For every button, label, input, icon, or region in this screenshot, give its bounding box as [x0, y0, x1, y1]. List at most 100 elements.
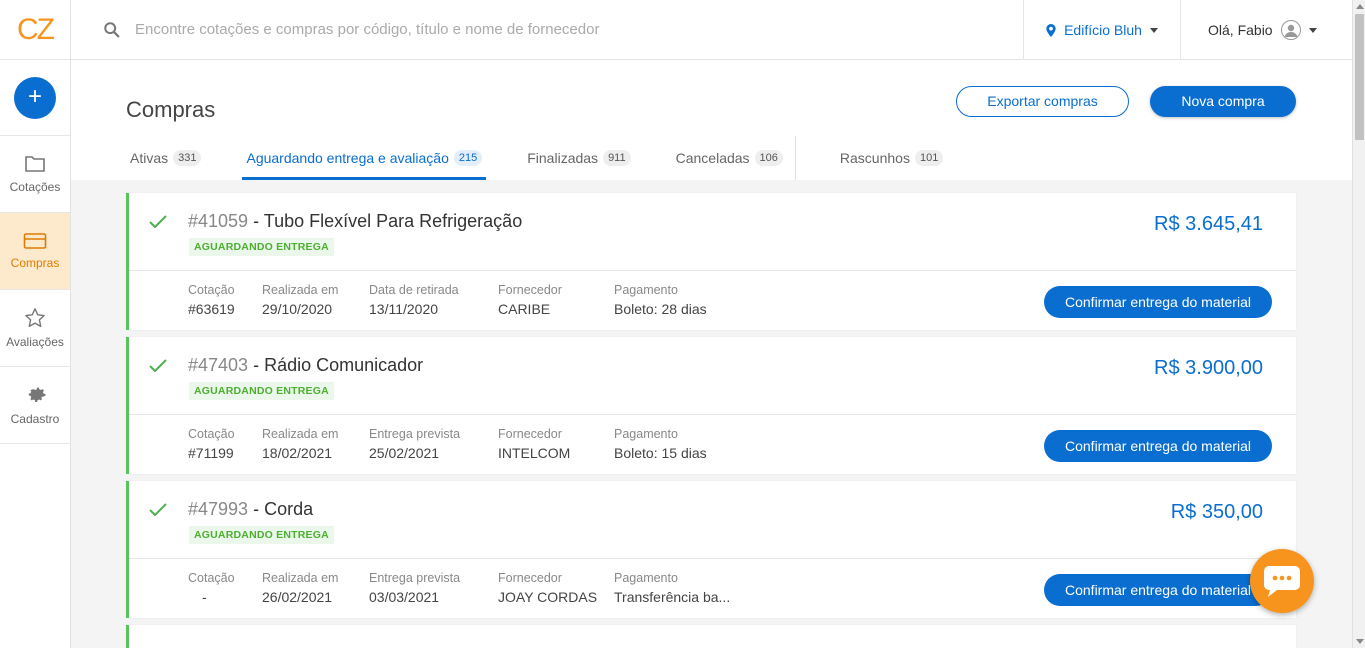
field-fornecedor: Fornecedor JOAY CORDAS	[498, 571, 597, 605]
sidebar-item-cadastro[interactable]: Cadastro	[0, 367, 70, 444]
sidebar-item-compras[interactable]: Compras	[0, 213, 70, 290]
field-pagamento: Pagamento Boleto: 15 dias	[614, 427, 707, 461]
field-value: 29/10/2020	[262, 301, 333, 317]
field-label: Realizada em	[262, 427, 339, 441]
sidebar-item-avaliacoes[interactable]: Avaliações	[0, 290, 70, 367]
export-button[interactable]: Exportar compras	[956, 86, 1129, 117]
search-input[interactable]	[135, 21, 955, 38]
purchase-code: #41059	[188, 211, 249, 231]
chevron-down-icon	[1308, 27, 1317, 33]
field-value: JOAY CORDAS	[498, 589, 598, 605]
card-details: Cotação #63619 Realizada em 29/10/2020 Dat…	[129, 271, 1296, 329]
tabs: Ativas 331 Aguardando entrega e avaliaçã…	[126, 136, 984, 180]
user-greeting: Olá, Fabio	[1208, 22, 1273, 38]
chat-button[interactable]	[1250, 549, 1314, 613]
tab-rascunhos[interactable]: Rascunhos 101	[836, 136, 947, 180]
field-cotacao: Cotação #63619	[188, 283, 235, 317]
tab-finalizadas[interactable]: Finalizadas 911	[523, 136, 634, 180]
check-icon	[149, 359, 167, 373]
field-label: Cotação	[188, 571, 235, 585]
field-value: 03/03/2021	[369, 589, 440, 605]
tab-canceladas[interactable]: Canceladas 106	[672, 136, 787, 180]
gear-icon	[28, 387, 46, 402]
tab-aguardando[interactable]: Aguardando entrega e avaliação 215	[242, 136, 486, 180]
card-details: Cotação #71199 Realizada em 18/02/2021 Ent…	[129, 415, 1296, 473]
field-label: Pagamento	[614, 571, 678, 585]
sidebar-item-cotacoes[interactable]: Cotações	[0, 136, 70, 213]
add-button[interactable]: +	[14, 76, 56, 119]
add-wrap: +	[0, 60, 70, 136]
scroll-thumb[interactable]	[1355, 14, 1364, 140]
topbar: Edifício Bluh Olá, Fabio	[71, 0, 1352, 60]
purchase-price: R$ 3.645,41	[1154, 213, 1263, 235]
field-label: Cotação	[188, 283, 235, 297]
tab-label: Rascunhos	[839, 150, 910, 166]
field-pagamento: Pagamento Transferência ba...	[614, 571, 730, 605]
field-label: Realizada em	[262, 571, 339, 585]
field-value: -	[202, 589, 207, 605]
card-header: #47403 - Rádio Comunicador AGUARDANDO EN…	[129, 337, 1296, 415]
sidebar-item-label: Cadastro	[10, 412, 60, 426]
field-value: Boleto: 28 dias	[614, 301, 707, 317]
purchase-card[interactable]: #47993 - Corda AGUARDANDO ENTREGA R$ 350…	[126, 481, 1296, 618]
card-icon	[23, 233, 47, 249]
card-details: Cotação - Realizada em 26/02/2021 Entrega …	[129, 559, 1296, 617]
scroll-up-icon[interactable]	[1356, 4, 1364, 9]
field-cotacao: Cotação #71199	[188, 427, 235, 461]
field-label: Pagamento	[614, 427, 678, 441]
field-label: Fornecedor	[498, 427, 562, 441]
check-icon	[149, 215, 167, 229]
location-pin-icon	[1046, 23, 1056, 37]
field-label: Data de retirada	[369, 283, 459, 297]
purchase-card-partial[interactable]	[126, 625, 1296, 648]
logo[interactable]: CZ	[0, 0, 70, 60]
card-title[interactable]: #41059 - Tubo Flexível Para Refrigeração	[188, 211, 522, 232]
purchase-list: #41059 - Tubo Flexível Para Refrigeração…	[126, 193, 1296, 648]
tab-count: 101	[914, 150, 944, 166]
tab-ativas[interactable]: Ativas 331	[126, 136, 205, 180]
user-menu[interactable]: Olá, Fabio	[1208, 0, 1317, 60]
field-label: Realizada em	[262, 283, 339, 297]
purchase-card[interactable]: #41059 - Tubo Flexível Para Refrigeração…	[126, 193, 1296, 330]
field-value: Transferência ba...	[614, 589, 731, 605]
purchase-title: - Rádio Comunicador	[248, 355, 424, 375]
confirm-delivery-button[interactable]: Confirmar entrega do material	[1044, 430, 1272, 462]
field-fornecedor: Fornecedor INTELCOM	[498, 427, 570, 461]
new-purchase-button[interactable]: Nova compra	[1150, 86, 1296, 117]
status-badge: AGUARDANDO ENTREGA	[189, 382, 334, 400]
folder-icon	[25, 156, 45, 172]
purchase-title: - Corda	[248, 499, 314, 519]
tab-count: 215	[453, 150, 483, 166]
card-header: #41059 - Tubo Flexível Para Refrigeração…	[129, 193, 1296, 271]
field-realizada: Realizada em 29/10/2020	[262, 283, 338, 317]
status-badge: AGUARDANDO ENTREGA	[189, 526, 334, 544]
page-header: Compras Exportar compras Nova compra Ati…	[71, 60, 1352, 180]
user-icon	[1284, 24, 1298, 37]
tab-count: 911	[603, 150, 631, 166]
scrollbar[interactable]	[1352, 0, 1365, 648]
sidebar-item-label: Avaliações	[6, 335, 64, 349]
field-realizada: Realizada em 18/02/2021	[262, 427, 338, 461]
star-icon	[25, 308, 45, 328]
card-title[interactable]: #47403 - Rádio Comunicador	[188, 355, 423, 376]
card-title[interactable]: #47993 - Corda	[188, 499, 313, 520]
tab-label: Aguardando entrega e avaliação	[246, 150, 449, 166]
field-value: 13/11/2020	[369, 301, 439, 317]
tab-label: Canceladas	[675, 150, 750, 166]
tab-count: 106	[754, 150, 783, 166]
field-value: 25/02/2021	[369, 445, 440, 461]
scroll-down-icon[interactable]	[1356, 639, 1364, 644]
field-value: INTELCOM	[498, 445, 571, 461]
check-icon	[149, 503, 167, 517]
purchase-card[interactable]: #47403 - Rádio Comunicador AGUARDANDO EN…	[126, 337, 1296, 474]
field-value: #71199	[188, 445, 234, 461]
tab-divider	[794, 136, 796, 180]
location-selector[interactable]: Edifício Bluh	[1023, 0, 1181, 60]
field-value: Boleto: 15 dias	[614, 445, 707, 461]
chat-icon	[1264, 566, 1300, 597]
confirm-delivery-button[interactable]: Confirmar entrega do material	[1044, 574, 1272, 606]
confirm-delivery-button[interactable]: Confirmar entrega do material	[1044, 286, 1272, 318]
status-badge: AGUARDANDO ENTREGA	[189, 238, 334, 256]
tab-count: 331	[173, 150, 202, 166]
field-data: Data de retirada 13/11/2020	[369, 283, 459, 317]
